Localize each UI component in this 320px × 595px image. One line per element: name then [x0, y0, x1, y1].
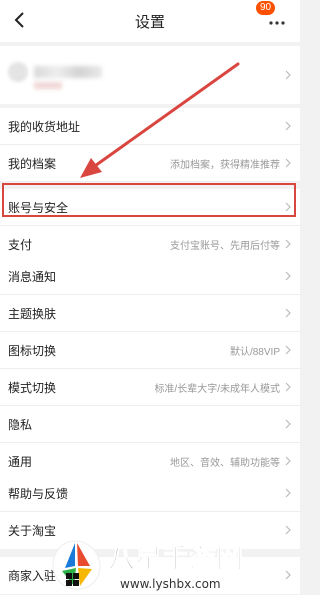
chevron-right-icon [285, 271, 291, 281]
menu-item-value: 添加档案，获得精准推荐 [170, 159, 280, 171]
page-title: 设置 [134, 13, 165, 31]
menu-item-label: 主题换肤 [8, 306, 57, 321]
chevron-left-icon [14, 12, 24, 28]
menu-item-label: 帮助与反馈 [8, 486, 69, 501]
menu-item-value: 支付宝账号、先用后付等 [170, 241, 280, 252]
menu-item-label: 账号与安全 [8, 200, 69, 215]
more-button[interactable]: 90 [256, 1, 288, 34]
menu-item-help-feedback[interactable]: 帮助与反馈 [0, 475, 300, 512]
user-tag-blurred [34, 82, 62, 89]
top-bar: 设置 90 [0, 0, 300, 42]
menu-item-value: 地区、音效、辅助功能等 [170, 458, 280, 469]
menu-item-label: 商家入驻 [8, 569, 57, 583]
menu-item-label: 支付 [8, 238, 33, 252]
back-button[interactable] [8, 8, 32, 32]
chevron-right-icon [285, 488, 291, 498]
menu-item-label: 消息通知 [8, 269, 57, 284]
menu-item-label: 我的档案 [8, 156, 57, 171]
menu-item-notifications[interactable]: 消息通知 [0, 258, 300, 295]
menu-item-icon-switch[interactable]: 图标切换 默认/88VIP [0, 332, 300, 369]
menu-item-address[interactable]: 我的收货地址 [0, 108, 300, 145]
menu-item-value: 默认/88VIP [229, 346, 280, 358]
chevron-right-icon [285, 158, 291, 168]
more-icon [269, 21, 285, 25]
watermark-url: www.lyshbx.com [120, 577, 221, 591]
menu-item-label: 模式切换 [8, 380, 57, 395]
chevron-right-icon [285, 456, 291, 466]
watermark-brand: 八星手游网 [108, 544, 243, 575]
menu-item-account-security[interactable]: 账号与安全 [0, 189, 300, 226]
settings-group-general: 消息通知 主题换肤 图标切换 默认/88VIP 模式切换 标准/长辈大字/未成年… [0, 258, 300, 480]
settings-group-account: 我的收货地址 我的档案 添加档案，获得精准推荐 账号与安全 支付 支付宝账号、先… [0, 108, 300, 263]
chevron-right-icon [285, 419, 291, 429]
menu-item-label: 隐私 [8, 417, 33, 432]
watermark: 八星手游网 www.lyshbx.com [50, 532, 300, 595]
chevron-right-icon [285, 382, 291, 392]
menu-item-label: 关于淘宝 [8, 524, 57, 538]
username-blurred [34, 66, 102, 78]
menu-item-theme[interactable]: 主题换肤 [0, 295, 300, 332]
menu-item-profile[interactable]: 我的档案 添加档案，获得精准推荐 [0, 145, 300, 182]
menu-item-privacy[interactable]: 隐私 [0, 406, 300, 443]
chevron-right-icon [285, 121, 291, 131]
chevron-right-icon [285, 202, 291, 212]
menu-item-label: 通用 [8, 455, 33, 469]
divider [0, 182, 300, 189]
avatar [8, 62, 28, 82]
chevron-right-icon [285, 345, 291, 355]
chevron-right-icon [285, 239, 291, 249]
notification-badge: 90 [256, 1, 276, 15]
chevron-right-icon [285, 308, 291, 318]
chevron-right-icon [285, 70, 291, 80]
menu-item-label: 我的收货地址 [8, 119, 81, 134]
menu-item-value: 标准/长辈大字/未成年人模式 [154, 383, 280, 395]
profile-row[interactable] [0, 46, 300, 104]
watermark-logo-icon: 八星手游网 www.lyshbx.com [52, 540, 244, 591]
menu-item-label: 图标切换 [8, 343, 57, 358]
menu-item-mode-switch[interactable]: 模式切换 标准/长辈大字/未成年人模式 [0, 369, 300, 406]
